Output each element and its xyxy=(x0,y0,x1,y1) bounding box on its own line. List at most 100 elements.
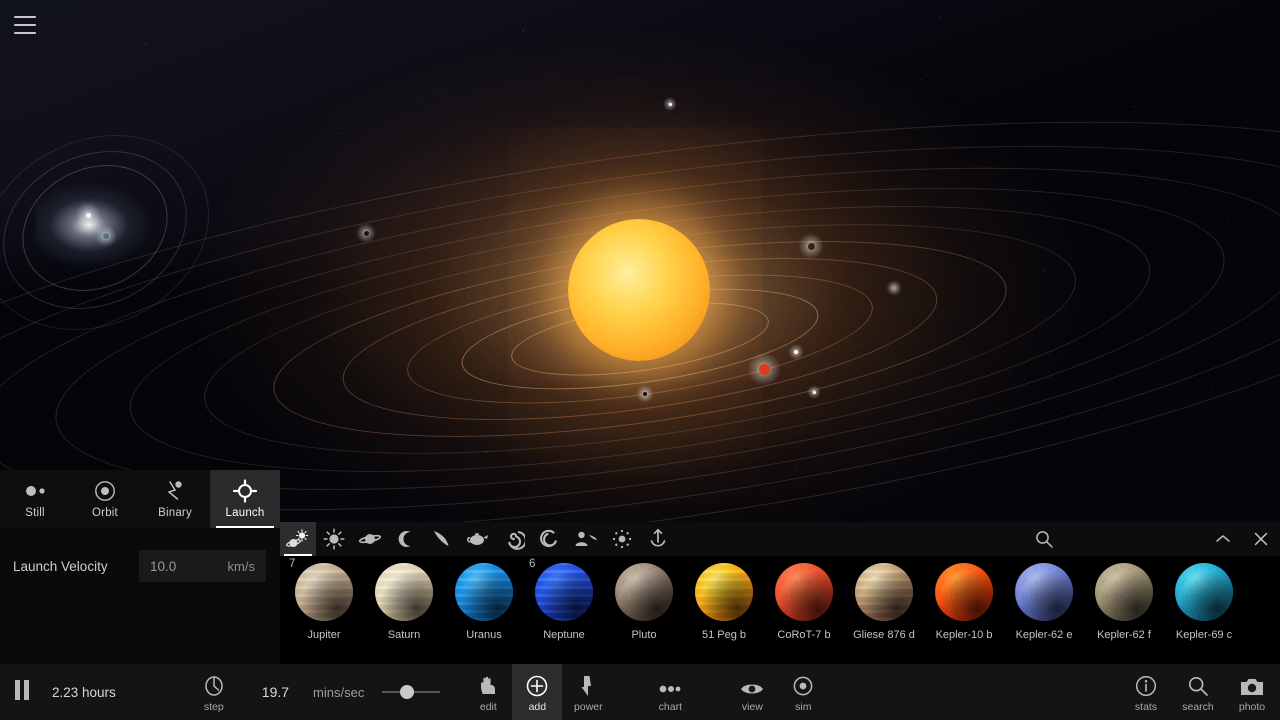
tool-label: edit xyxy=(480,701,497,713)
catalog-item[interactable]: 6Neptune xyxy=(524,556,604,641)
bottom-toolbar: 2.23 hours step 19.7 mins/sec xyxy=(0,664,1280,720)
planet-texture xyxy=(1015,563,1073,621)
catalog-item-label: Kepler-69 c xyxy=(1164,629,1244,641)
catalog-item[interactable]: 7Jupiter xyxy=(284,556,364,641)
catalog-close-button[interactable] xyxy=(1242,522,1280,556)
orbiting-body[interactable] xyxy=(364,231,369,236)
category-spiral-galaxy[interactable] xyxy=(496,522,532,556)
launch-velocity-row: Launch Velocity 10.0 km/s xyxy=(0,546,280,586)
tool-view[interactable]: view xyxy=(726,664,778,720)
tool-label: view xyxy=(742,701,763,713)
orbiting-body[interactable] xyxy=(808,243,815,250)
catalog-search-button[interactable] xyxy=(1025,522,1063,556)
two-dots-icon xyxy=(22,479,48,503)
catalog-item-label: Gliese 876 d xyxy=(844,629,924,641)
mode-tab-binary[interactable]: Binary xyxy=(140,470,210,528)
step-button[interactable]: step xyxy=(188,664,240,720)
category-person-with-comet[interactable] xyxy=(568,522,604,556)
catalog-collapse-button[interactable] xyxy=(1204,522,1242,556)
launch-velocity-input[interactable]: 10.0 km/s xyxy=(139,550,266,582)
pause-icon xyxy=(13,680,31,705)
star-cluster[interactable] xyxy=(35,180,155,270)
orbiting-body[interactable] xyxy=(669,103,672,106)
mode-tab-still[interactable]: Still xyxy=(0,470,70,528)
catalog-item-thumbnail xyxy=(764,556,844,628)
dust-cluster-icon xyxy=(611,528,633,550)
tool-power[interactable]: power xyxy=(562,664,614,720)
pause-button[interactable] xyxy=(0,664,44,720)
catalog-item[interactable]: Kepler-62 e xyxy=(1004,556,1084,641)
planet-bands xyxy=(695,563,753,621)
category-elliptical-galaxy[interactable] xyxy=(532,522,568,556)
person-with-comet-icon xyxy=(574,530,598,548)
mode-tab-label: Launch xyxy=(226,507,265,519)
tool-stats[interactable]: stats xyxy=(1120,664,1172,720)
catalog-item[interactable]: Gliese 876 d xyxy=(844,556,924,641)
star-icon xyxy=(323,528,345,550)
orbit-circle-icon xyxy=(791,672,815,698)
catalog-item[interactable]: Saturn xyxy=(364,556,444,641)
tool-add[interactable]: add xyxy=(512,664,562,720)
catalog-item[interactable]: Kepler-62 f xyxy=(1084,556,1164,641)
mode-tab-orbit[interactable]: Orbit xyxy=(70,470,140,528)
category-teapot[interactable] xyxy=(460,522,496,556)
catalog-item[interactable]: Pluto xyxy=(604,556,684,641)
mode-tab-launch[interactable]: Launch xyxy=(210,470,280,528)
orbiting-body[interactable] xyxy=(643,392,647,396)
catalog-item[interactable]: 51 Peg b xyxy=(684,556,764,641)
orbiting-body[interactable] xyxy=(759,364,770,375)
tool-photo[interactable]: photo xyxy=(1224,664,1280,720)
tool-label: photo xyxy=(1239,701,1265,713)
orbiting-body[interactable] xyxy=(892,286,896,290)
planet-sphere xyxy=(695,563,753,621)
slider-knob[interactable] xyxy=(400,685,414,699)
planet-sphere xyxy=(775,563,833,621)
category-launch-arrow[interactable] xyxy=(640,522,676,556)
category-planet-and-star[interactable] xyxy=(280,522,316,556)
time-rate-slider[interactable] xyxy=(382,682,440,702)
catalog-item-thumbnail xyxy=(684,556,764,628)
catalog-item-thumbnail: 7 xyxy=(284,556,364,628)
hand-icon xyxy=(477,672,499,698)
catalog-item-thumbnail xyxy=(1164,556,1244,628)
tool-search[interactable]: search xyxy=(1172,664,1224,720)
catalog-item[interactable]: Kepler-69 c xyxy=(1164,556,1244,641)
catalog-item-thumbnail xyxy=(604,556,684,628)
tool-edit[interactable]: edit xyxy=(464,664,512,720)
planet-sphere xyxy=(1015,563,1073,621)
step-dial-icon xyxy=(202,672,226,698)
hamburger-line xyxy=(14,16,36,18)
catalog-item-label: Kepler-10 b xyxy=(924,629,1004,641)
category-comet[interactable] xyxy=(424,522,460,556)
planet-bands xyxy=(455,563,513,621)
category-star[interactable] xyxy=(316,522,352,556)
hamburger-line xyxy=(14,24,36,26)
catalog-item-label: CoRoT-7 b xyxy=(764,629,844,641)
planet-sphere xyxy=(455,563,513,621)
tool-sim[interactable]: sim xyxy=(778,664,828,720)
planet-sphere xyxy=(535,563,593,621)
catalog-item[interactable]: CoRoT-7 b xyxy=(764,556,844,641)
planet-bands xyxy=(375,563,433,621)
category-moon[interactable] xyxy=(388,522,424,556)
search-icon xyxy=(1034,529,1054,549)
orbiting-body[interactable] xyxy=(813,391,816,394)
central-star[interactable] xyxy=(568,219,710,361)
catalog-item[interactable]: Uranus xyxy=(444,556,524,641)
catalog-item[interactable]: Kepler-10 b xyxy=(924,556,1004,641)
pause-bar xyxy=(15,680,20,700)
tool-chart[interactable]: chart xyxy=(644,664,696,720)
planet-sphere xyxy=(295,563,353,621)
catalog-item-thumbnail xyxy=(924,556,1004,628)
planet-texture xyxy=(935,563,993,621)
elapsed-time-label: 2.23 hours xyxy=(52,685,116,700)
hamburger-menu-icon[interactable] xyxy=(14,16,36,34)
category-ringed-planet[interactable] xyxy=(352,522,388,556)
orbiting-body[interactable] xyxy=(794,350,798,354)
planet-sphere xyxy=(855,563,913,621)
category-dust-cluster[interactable] xyxy=(604,522,640,556)
eye-icon xyxy=(739,672,765,698)
mode-tab-label: Still xyxy=(25,507,45,519)
catalog-item-list[interactable]: 7JupiterSaturnUranus6NeptunePluto51 Peg … xyxy=(280,556,1280,664)
catalog-category-bar xyxy=(280,522,676,556)
